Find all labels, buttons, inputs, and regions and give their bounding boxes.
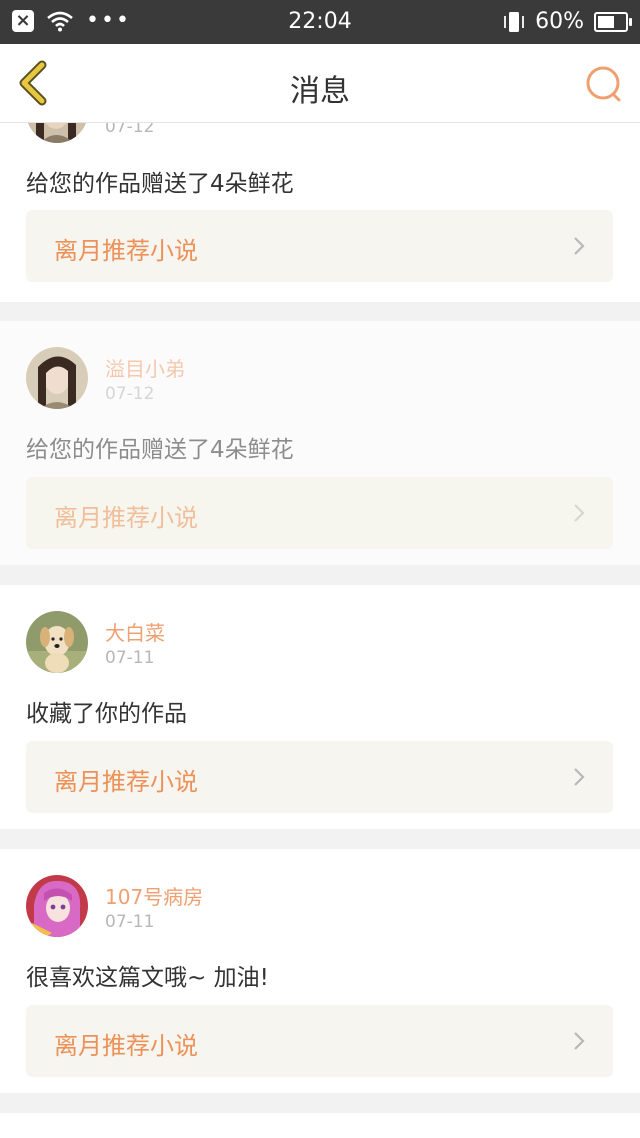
swordsman-avatar[interactable] xyxy=(26,347,88,409)
puppy-avatar[interactable] xyxy=(26,611,88,673)
message-card: 溢目小弟 07-12 给您的作品赠送了4朵鲜花 离月推荐小说 xyxy=(0,321,640,565)
message-text: 给您的作品赠送了4朵鲜花 xyxy=(26,437,294,463)
message-card xyxy=(0,1113,640,1138)
work-title: 离月推荐小说 xyxy=(54,504,198,532)
work-link[interactable]: 离月推荐小说 xyxy=(26,210,613,282)
nav-bar: 消息 xyxy=(0,44,640,123)
message-card: 107号病房 07-11 很喜欢这篇文哦~ 加油! 离月推荐小说 xyxy=(0,849,640,1093)
message-date: 07-12 xyxy=(105,384,155,404)
vibrate-icon xyxy=(504,11,524,32)
message-date: 07-11 xyxy=(105,912,155,932)
chevron-right-icon xyxy=(574,768,585,786)
chevron-right-icon xyxy=(574,504,585,522)
work-link[interactable]: 离月推荐小说 xyxy=(26,477,613,549)
work-link[interactable]: 离月推荐小说 xyxy=(26,1005,613,1077)
page-title: 消息 xyxy=(290,74,350,109)
message-text: 给您的作品赠送了4朵鲜花 xyxy=(26,171,294,197)
message-card: 大白菜 07-11 收藏了你的作品 离月推荐小说 xyxy=(0,585,640,829)
search-icon[interactable] xyxy=(584,64,624,104)
battery-percent: 60% xyxy=(535,9,584,34)
message-date: 07-11 xyxy=(105,648,155,668)
chevron-right-icon xyxy=(574,1032,585,1050)
sender-name[interactable]: 溢目小弟 xyxy=(105,353,185,382)
work-title: 离月推荐小说 xyxy=(54,768,198,796)
chevron-right-icon xyxy=(574,237,585,255)
message-date: 07-12 xyxy=(105,123,155,137)
status-bar: × ••• 22:04 60% xyxy=(0,0,640,44)
sender-name[interactable]: 107号病房 xyxy=(105,881,203,910)
swordsman-avatar[interactable] xyxy=(26,123,88,143)
message-text: 收藏了你的作品 xyxy=(26,701,187,727)
sender-name[interactable]: 大白菜 xyxy=(105,617,165,646)
anime-girl-avatar[interactable] xyxy=(26,875,88,937)
message-list[interactable]: 07-12 给您的作品赠送了4朵鲜花 离月推荐小说 溢目小弟 07-12 给您的… xyxy=(0,123,640,1138)
message-card: 07-12 给您的作品赠送了4朵鲜花 离月推荐小说 xyxy=(0,123,640,302)
battery-icon xyxy=(594,11,632,32)
work-link[interactable]: 离月推荐小说 xyxy=(26,741,613,813)
message-text: 很喜欢这篇文哦~ 加油! xyxy=(26,965,269,991)
work-title: 离月推荐小说 xyxy=(54,1032,198,1060)
work-title: 离月推荐小说 xyxy=(54,237,198,265)
